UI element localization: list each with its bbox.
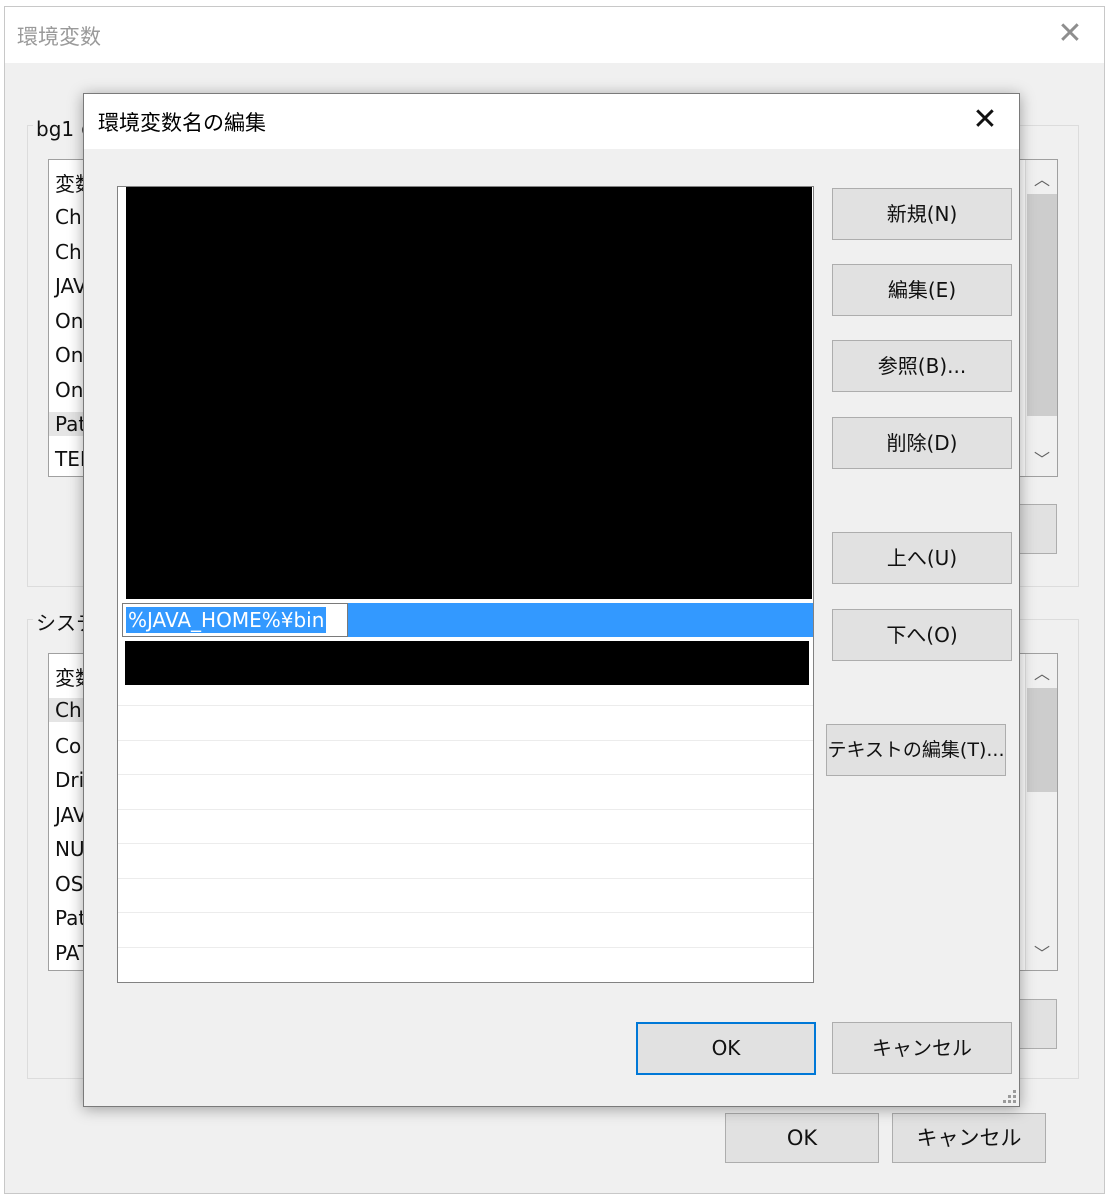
system-delete-button[interactable] (1017, 999, 1057, 1049)
browse-button[interactable]: 参照(B)... (832, 340, 1012, 392)
new-button-label: 新規(N) (886, 202, 958, 226)
move-up-button-label: 上へ(U) (886, 546, 958, 570)
chevron-down-icon[interactable]: ﹀ (1026, 940, 1057, 964)
list-divider (118, 774, 813, 775)
edit-button-label: 編集(E) (887, 278, 957, 302)
list-divider (118, 705, 813, 706)
resize-grip-icon[interactable] (1002, 1089, 1016, 1103)
system-list-scrollbar[interactable]: ︿ ﹀ (1025, 654, 1057, 970)
list-divider (118, 912, 813, 913)
list-item[interactable]: Ch (55, 205, 82, 229)
dialog-ok-button[interactable]: OK (636, 1022, 816, 1075)
list-item[interactable]: JAV (55, 274, 87, 298)
browse-button-label: 参照(B)... (877, 354, 967, 378)
user-list-scrollbar[interactable]: ︿ ﹀ (1025, 160, 1057, 476)
back-titlebar: 環境変数 ✕ (5, 7, 1104, 63)
new-button[interactable]: 新規(N) (832, 188, 1012, 240)
chevron-up-icon[interactable]: ︿ (1026, 660, 1057, 684)
delete-button-label: 削除(D) (886, 431, 958, 455)
redacted-entry (125, 641, 809, 685)
user-delete-button[interactable] (1017, 504, 1057, 554)
list-divider (118, 843, 813, 844)
list-item[interactable]: Co (55, 734, 81, 758)
list-item[interactable]: Pat (55, 906, 86, 930)
close-icon[interactable]: ✕ (961, 100, 1009, 142)
move-down-button[interactable]: 下へ(O) (832, 609, 1012, 661)
list-item[interactable]: Ch (55, 240, 82, 264)
dialog-title: 環境変数名の編集 (98, 111, 266, 135)
back-window-title: 環境変数 (17, 25, 101, 49)
back-ok-label: OK (786, 1126, 818, 1150)
back-ok-button[interactable]: OK (725, 1113, 879, 1163)
dialog-cancel-label: キャンセル (872, 1036, 972, 1060)
scrollbar-thumb[interactable] (1027, 688, 1057, 792)
scrollbar-thumb[interactable] (1027, 194, 1057, 416)
list-divider (118, 740, 813, 741)
list-item[interactable]: TEI (55, 447, 86, 471)
edit-text-button[interactable]: テキストの編集(T)... (826, 724, 1006, 776)
edit-text-button-label: テキストの編集(T)... (827, 739, 1005, 761)
move-up-button[interactable]: 上へ(U) (832, 532, 1012, 584)
list-item[interactable]: OS (55, 872, 83, 896)
list-divider (118, 809, 813, 810)
back-cancel-label: キャンセル (916, 1126, 1022, 1150)
path-edit-field[interactable]: %JAVA_HOME%¥bin (122, 603, 348, 637)
edit-button[interactable]: 編集(E) (832, 264, 1012, 316)
dialog-cancel-button[interactable]: キャンセル (832, 1022, 1012, 1074)
move-down-button-label: 下へ(O) (886, 623, 958, 647)
dialog-ok-label: OK (711, 1036, 741, 1060)
list-item[interactable]: Dri (55, 768, 84, 792)
edit-environment-variable-dialog: 環境変数名の編集 ✕ %JAVA_HOME%¥bin 新規(N) 編集(E) 参… (83, 93, 1020, 1107)
list-divider (118, 947, 813, 948)
list-item[interactable]: On (55, 343, 83, 367)
path-entries-list[interactable]: %JAVA_HOME%¥bin (117, 186, 814, 983)
redacted-entries (126, 187, 812, 599)
list-item[interactable]: NU (55, 837, 85, 861)
chevron-up-icon[interactable]: ︿ (1026, 166, 1057, 190)
list-divider (118, 878, 813, 879)
chevron-down-icon[interactable]: ﹀ (1026, 446, 1057, 470)
dialog-titlebar: 環境変数名の編集 ✕ (84, 94, 1019, 149)
path-edit-value[interactable]: %JAVA_HOME%¥bin (126, 607, 327, 633)
list-item[interactable]: JAV (55, 803, 87, 827)
delete-button[interactable]: 削除(D) (832, 417, 1012, 469)
close-icon[interactable]: ✕ (1050, 17, 1090, 53)
back-cancel-button[interactable]: キャンセル (892, 1113, 1046, 1163)
list-item[interactable]: On (55, 309, 83, 333)
list-item[interactable]: On (55, 378, 83, 402)
